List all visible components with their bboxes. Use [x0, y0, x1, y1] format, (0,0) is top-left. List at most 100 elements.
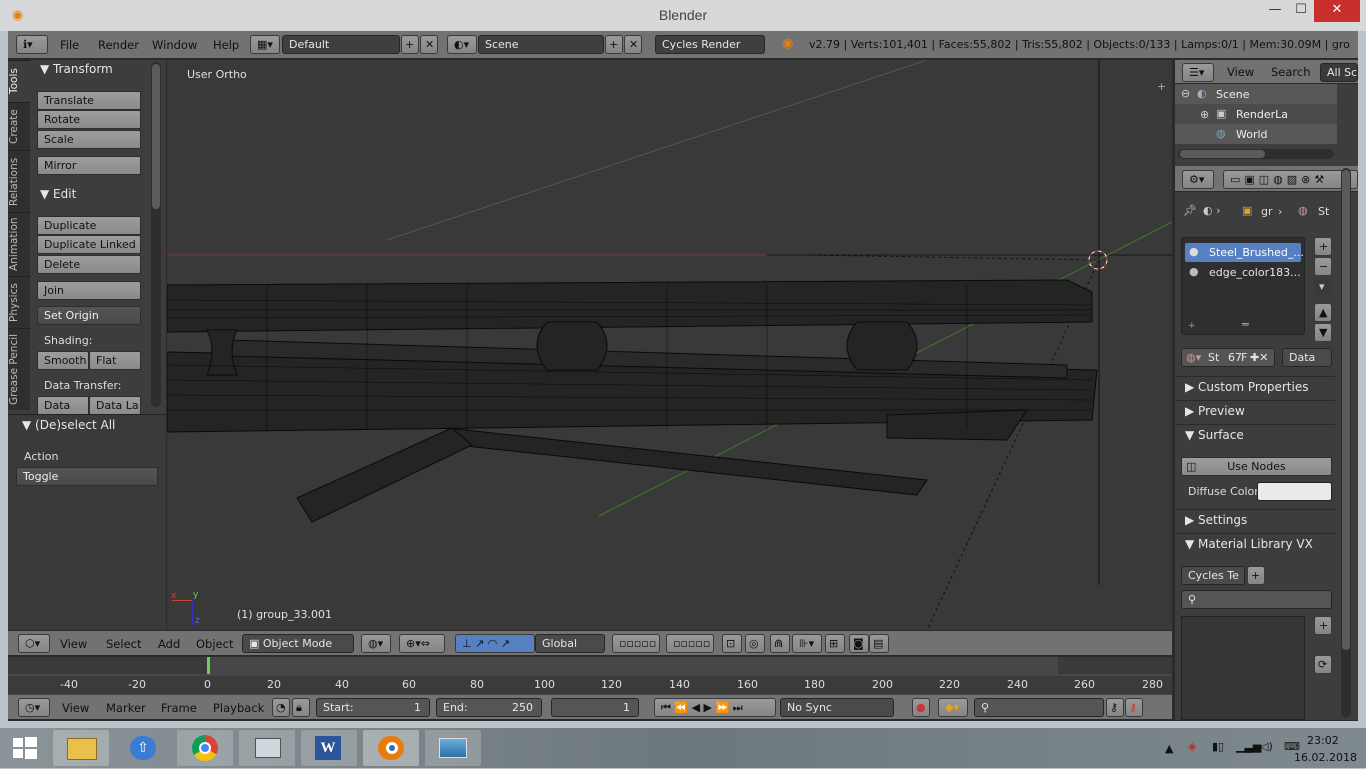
- outliner-filter-select[interactable]: All Sce: [1320, 63, 1358, 82]
- panel-preview[interactable]: ▶ Preview: [1185, 404, 1245, 418]
- tab-grease-pencil[interactable]: Grease Pencil: [8, 328, 30, 410]
- deselect-all-title[interactable]: ▼ (De)select All: [22, 418, 115, 432]
- panel-custom-properties[interactable]: ▶ Custom Properties: [1185, 380, 1308, 394]
- mirror-button[interactable]: Mirror: [37, 156, 141, 175]
- slot-specials-icon[interactable]: ▾: [1314, 277, 1332, 296]
- insert-key-icon[interactable]: ⚷: [1106, 698, 1124, 717]
- editor-type-timeline-icon[interactable]: ◷▾: [18, 698, 50, 717]
- editor-type-info-icon[interactable]: ℹ▾: [16, 35, 48, 54]
- viewport-expand-icon[interactable]: +: [1157, 80, 1166, 93]
- remove-layout-icon[interactable]: ✕: [420, 35, 438, 54]
- scale-button[interactable]: Scale: [37, 130, 141, 149]
- remove-slot-icon[interactable]: −: [1314, 257, 1332, 276]
- outliner-menu-search[interactable]: Search: [1271, 65, 1311, 79]
- properties-scrollbar[interactable]: [1341, 168, 1351, 718]
- outliner-row-renderlayers[interactable]: ⊕ ▣ RenderLa: [1175, 104, 1337, 124]
- cloud-upload-icon[interactable]: ⇧: [115, 730, 171, 766]
- diffuse-color-swatch[interactable]: [1257, 482, 1332, 501]
- tray-app-icon[interactable]: ◈: [1188, 740, 1196, 753]
- mode-select[interactable]: ▣ Object Mode: [242, 634, 354, 653]
- timeline-menu-view[interactable]: View: [62, 701, 89, 715]
- word-icon[interactable]: W: [301, 730, 357, 766]
- smooth-button[interactable]: Smooth: [37, 351, 89, 370]
- start-icon[interactable]: [0, 730, 50, 766]
- tab-animation[interactable]: Animation: [8, 212, 30, 276]
- add-layout-icon[interactable]: +: [401, 35, 419, 54]
- matlib-list[interactable]: [1181, 616, 1305, 720]
- move-down-icon[interactable]: ▼: [1314, 323, 1332, 342]
- material-slot-list[interactable]: ● Steel_Brushed_... ● edge_color183... +…: [1181, 237, 1305, 335]
- render-image-icon[interactable]: ◙: [849, 634, 869, 653]
- matlib-refresh-icon[interactable]: ⟳: [1314, 655, 1332, 674]
- data-layout-button[interactable]: Data La: [89, 396, 141, 415]
- keying-set-field[interactable]: ⚲: [974, 698, 1104, 717]
- remove-scene-icon[interactable]: ✕: [624, 35, 642, 54]
- tool-shelf-scrollbar[interactable]: [151, 62, 161, 407]
- move-up-icon[interactable]: ▲: [1314, 303, 1332, 322]
- shading-mode-icon[interactable]: ◍▾: [361, 634, 391, 653]
- material-datablock[interactable]: ◍▾ St 67 F ✚✕: [1181, 348, 1275, 367]
- delete-button[interactable]: Delete: [37, 255, 141, 274]
- tray-expand-icon[interactable]: ▲: [1165, 742, 1173, 755]
- tab-create[interactable]: Create: [8, 102, 30, 150]
- expand-icon[interactable]: ⊕: [1200, 108, 1209, 121]
- current-frame-marker[interactable]: [207, 657, 210, 674]
- sync-select[interactable]: No Sync: [780, 698, 894, 717]
- menu-file[interactable]: File: [60, 38, 79, 52]
- close-button[interactable]: ✕: [1314, 0, 1360, 22]
- screen-layout-field[interactable]: Default: [282, 35, 400, 54]
- timeline-menu-frame[interactable]: Frame: [161, 701, 197, 715]
- outliner-row-world[interactable]: ◍ World: [1175, 124, 1337, 144]
- snap-element-icon[interactable]: ⊪▾: [792, 634, 822, 653]
- tab-physics[interactable]: Physics: [8, 276, 30, 328]
- timeline-menu-marker[interactable]: Marker: [106, 701, 146, 715]
- lock-icon[interactable]: 🔒︎: [292, 698, 310, 717]
- layers-left-icon[interactable]: ▫▫▫▫▫: [612, 634, 660, 653]
- chrome-icon[interactable]: [177, 730, 233, 766]
- tray-volume-icon[interactable]: ◁): [1260, 740, 1273, 753]
- list-resize-icon[interactable]: ═: [1242, 318, 1249, 331]
- timeline-area[interactable]: -40 -20 0 20 40 60 80 100 120 140 160 18…: [8, 657, 1172, 695]
- duplicate-button[interactable]: Duplicate: [37, 216, 141, 235]
- playback-controls[interactable]: ⏮ ⏪ ◀ ▶ ⏩ ⏭: [654, 698, 776, 717]
- menu-help[interactable]: Help: [213, 38, 239, 52]
- join-button[interactable]: Join: [37, 281, 141, 300]
- tray-network-device-icon[interactable]: ▮▯: [1212, 740, 1224, 753]
- lock-layers-icon[interactable]: ⊡: [722, 634, 742, 653]
- render-anim-icon[interactable]: ▤: [869, 634, 889, 653]
- transform-panel-title[interactable]: ▼ Transform: [40, 62, 113, 76]
- record-icon[interactable]: ●: [912, 698, 930, 717]
- viewport-menu-view[interactable]: View: [60, 637, 87, 651]
- clock-date[interactable]: 16.02.2018: [1294, 751, 1357, 764]
- timeline-menu-playback[interactable]: Playback: [213, 701, 264, 715]
- delete-key-icon[interactable]: ⚷: [1125, 698, 1143, 717]
- keying-icon[interactable]: ◆▾: [938, 698, 968, 717]
- file-explorer-icon[interactable]: [53, 730, 109, 766]
- set-origin-select[interactable]: Set Origin: [37, 306, 141, 325]
- snap-icon[interactable]: ⋒: [770, 634, 790, 653]
- layers-right-icon[interactable]: ▫▫▫▫▫: [666, 634, 714, 653]
- properties-context-icons[interactable]: ▭▣◫◍▨⊗⚒: [1223, 170, 1358, 189]
- translate-button[interactable]: Translate: [37, 91, 141, 110]
- preview-range-icon[interactable]: ◔: [272, 698, 290, 717]
- add-slot-icon[interactable]: +: [1314, 237, 1332, 256]
- editor-type-properties-icon[interactable]: ⚙▾: [1182, 170, 1214, 189]
- end-frame-field[interactable]: End: 250: [436, 698, 542, 717]
- blender-icon[interactable]: [363, 730, 419, 766]
- 3d-viewport[interactable]: User Ortho (1) group_33.001 + y x z: [167, 60, 1172, 630]
- snap-target-icon[interactable]: ⊞: [825, 634, 845, 653]
- viewport-menu-object[interactable]: Object: [196, 637, 233, 651]
- flat-button[interactable]: Flat: [89, 351, 141, 370]
- data-transfer-button[interactable]: Data: [37, 396, 89, 415]
- list-item-selected[interactable]: ● Steel_Brushed_...: [1185, 243, 1304, 262]
- outliner-row-scene[interactable]: ⊖ ◐ Scene: [1175, 84, 1337, 104]
- timeline-ruler[interactable]: -40 -20 0 20 40 60 80 100 120 140 160 18…: [8, 676, 1172, 694]
- clock-time[interactable]: 23:02: [1307, 734, 1339, 747]
- orientation-select[interactable]: Global: [535, 634, 605, 653]
- viewport-menu-add[interactable]: Add: [158, 637, 180, 651]
- viewport-menu-select[interactable]: Select: [106, 637, 141, 651]
- duplicate-linked-button[interactable]: Duplicate Linked: [37, 235, 141, 254]
- tab-relations[interactable]: Relations: [8, 150, 30, 212]
- tab-tools[interactable]: Tools: [8, 60, 30, 102]
- outliner-menu-view[interactable]: View: [1227, 65, 1254, 79]
